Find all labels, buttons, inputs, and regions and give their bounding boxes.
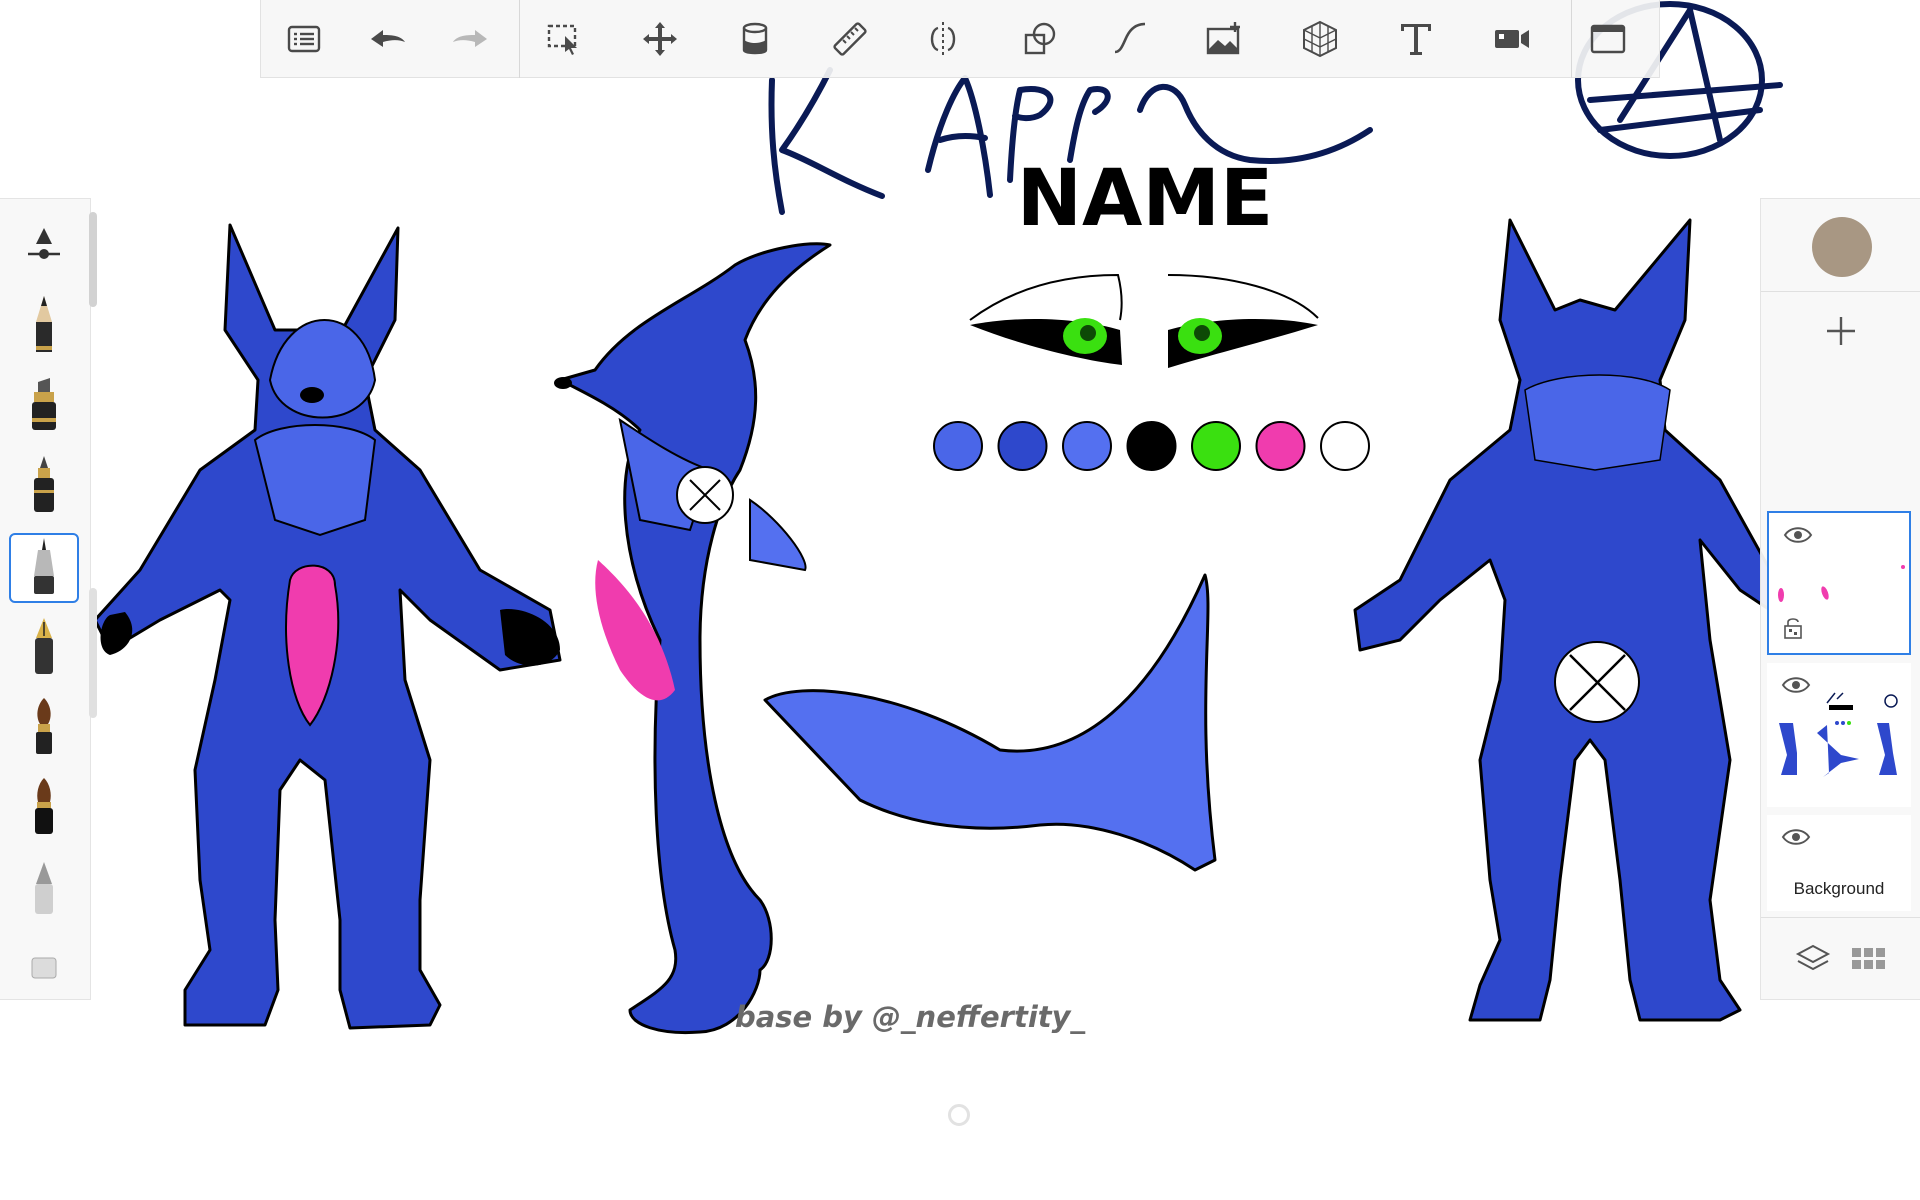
redo-icon[interactable] [441,10,499,68]
fineliner-icon[interactable] [9,533,79,603]
name-label: NAME [1017,154,1274,244]
layer-panel-footer [1761,917,1920,1001]
selection-icon[interactable] [535,10,593,68]
toolbar-divider [1571,0,1572,78]
airbrush-icon[interactable] [9,773,79,843]
character-front [93,223,562,1030]
background-layer-label: Background [1793,879,1885,898]
layer-panel: Background [1760,198,1920,1000]
grid-view-icon[interactable] [1847,937,1891,981]
fill-bucket-icon[interactable] [727,10,785,68]
current-color-swatch[interactable] [1812,217,1872,277]
list-icon[interactable] [275,10,333,68]
ruler-icon[interactable] [821,10,879,68]
ink-pen-icon[interactable] [9,451,79,521]
top-toolbar [260,0,1660,78]
transform-icon[interactable] [631,10,689,68]
fountain-pen-icon[interactable] [9,613,79,683]
eyes-reference [969,273,1319,368]
undo-icon[interactable] [359,10,417,68]
palette-swatch [1191,421,1241,471]
insert-image-icon[interactable] [1195,10,1253,68]
stroke-curve-icon[interactable] [1101,10,1159,68]
visibility-eye-icon[interactable] [1781,827,1811,847]
palette-swatch [997,421,1048,471]
add-layer-button[interactable] [1811,301,1871,361]
soft-eraser-icon[interactable] [9,855,79,925]
pencil-icon[interactable] [9,291,79,361]
palette-swatch [1126,421,1177,471]
brush-size-track[interactable] [89,588,97,718]
palette-swatch [1320,421,1370,471]
text-icon[interactable] [1387,10,1445,68]
palette-swatch [1255,421,1306,471]
palette-swatch [1062,421,1112,471]
layer-thumbnail-layer-1[interactable] [1767,663,1911,807]
brush-size-slider-icon[interactable] [9,211,79,281]
record-video-icon[interactable] [1483,10,1541,68]
fullscreen-icon[interactable] [1579,10,1637,68]
paint-brush-icon[interactable] [9,693,79,763]
layers-stack-icon[interactable] [1791,937,1835,981]
toolbar-divider [519,0,520,78]
base-credit: base by @_neffertity_ [735,1000,1086,1034]
perspective-grid-icon[interactable] [1291,10,1349,68]
plus-icon [1827,317,1855,345]
panel-divider [1761,291,1920,292]
lock-icon[interactable] [1783,617,1803,639]
layer-thumbnail-layer-2[interactable] [1767,511,1911,655]
eraser-icon[interactable] [9,935,79,999]
palette-swatch [933,421,983,471]
brush-palette [0,198,91,1000]
drawing-canvas[interactable]: NAME base by @_neffertity_ [0,0,1920,1200]
loading-spinner [948,1104,970,1126]
marker-icon[interactable] [9,371,79,441]
color-palette [933,421,1370,471]
shape-icon[interactable] [1011,10,1069,68]
brush-scrollbar[interactable] [89,212,97,307]
character-back [1353,218,1772,1022]
layer-preview [1779,692,1898,777]
symmetry-icon[interactable] [914,10,972,68]
layer-thumbnail-background[interactable]: Background [1767,815,1911,911]
